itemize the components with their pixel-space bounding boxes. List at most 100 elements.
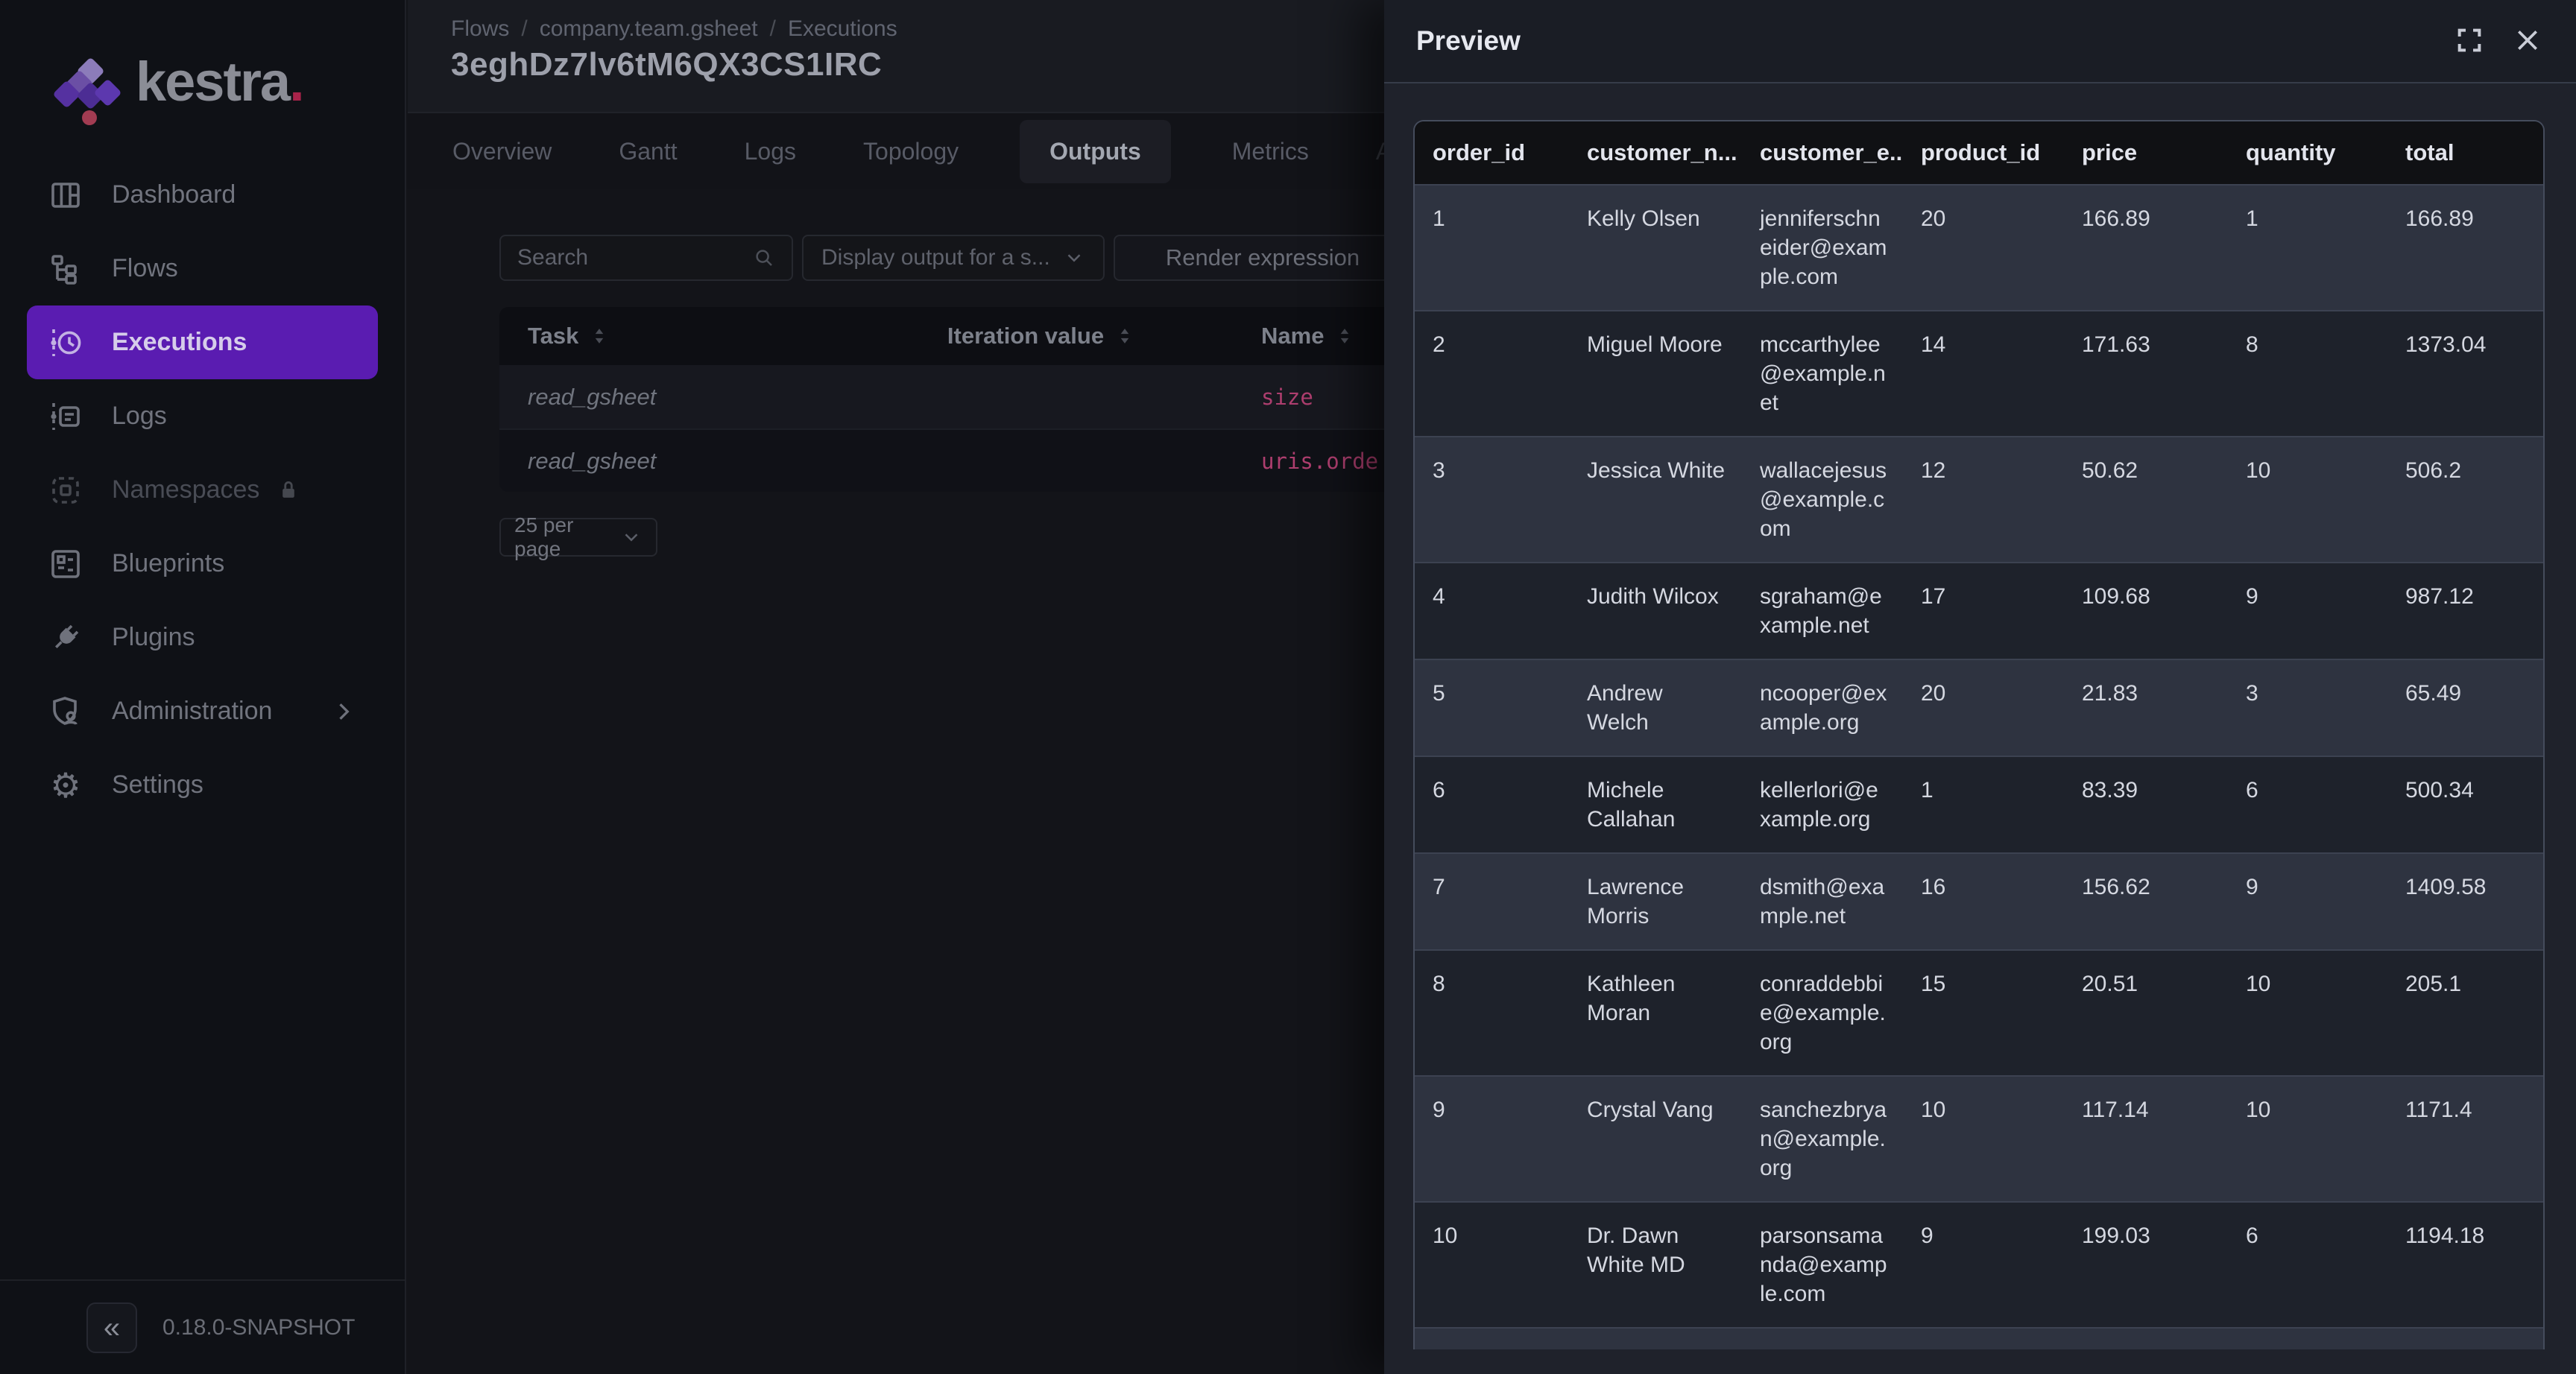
outputs-table-row[interactable]: read_gsheet size xyxy=(499,365,1461,428)
search-placeholder: Search xyxy=(517,245,588,270)
preview-table-row[interactable]: 10Dr. Dawn White MDparsonsamanda@example… xyxy=(1415,1202,2545,1328)
fullscreen-icon xyxy=(2455,25,2484,57)
preview-cell: parsonsamanda@example.com xyxy=(1742,1202,1903,1328)
kestra-logo[interactable]: kestra. xyxy=(54,45,303,119)
preview-table-row[interactable]: 1Kelly Olsenjenniferschneider@example.co… xyxy=(1415,185,2545,311)
preview-cell: 166.89 xyxy=(2064,185,2228,311)
preview-table-row[interactable]: 8Kathleen Moranconraddebbie@example.org1… xyxy=(1415,950,2545,1076)
render-expression-button[interactable]: Render expression xyxy=(1114,235,1412,281)
preview-cell: 9 xyxy=(1415,1076,1569,1202)
sidebar: kestra. Dashboard Flows ExecutionsLogsName… xyxy=(0,0,406,1374)
preview-column-header[interactable]: customer_e... xyxy=(1742,121,1903,185)
executions-icon xyxy=(48,325,83,361)
tab-logs[interactable]: Logs xyxy=(739,120,802,183)
breadcrumb-item[interactable]: Flows xyxy=(451,16,509,42)
outputs-table-row[interactable]: read_gsheet uris.orde xyxy=(499,428,1461,492)
preview-cell: Kathleen Moran xyxy=(1569,950,1742,1076)
tab-gantt[interactable]: Gantt xyxy=(613,120,683,183)
preview-cell: 199.03 xyxy=(2064,1202,2228,1328)
task-name: read_gsheet xyxy=(528,384,656,411)
tab-outputs[interactable]: Outputs xyxy=(1020,120,1171,183)
preview-table-row[interactable]: 7Lawrence Morrisdsmith@example.net16156.… xyxy=(1415,853,2545,950)
tab-label: Topology xyxy=(863,138,959,165)
chevron-down-icon xyxy=(620,526,643,548)
sidebar-item-label: Flows xyxy=(112,254,178,283)
preview-cell: 5 xyxy=(1415,659,1569,756)
preview-column-header[interactable]: quantity xyxy=(2228,121,2387,185)
sort-icon[interactable] xyxy=(1114,326,1135,346)
tab-metrics[interactable]: Metrics xyxy=(1226,120,1315,183)
preview-cell: conraddebbie@example.org xyxy=(1742,950,1903,1076)
preview-cell: sanchezbryan@example.org xyxy=(1742,1076,1903,1202)
preview-cell: 156.62 xyxy=(2064,853,2228,950)
preview-cell: 17 xyxy=(1903,563,2064,659)
output-name[interactable]: size xyxy=(1261,384,1313,410)
outputs-controls: Search Display output for a s... Render … xyxy=(499,235,1412,281)
preview-table-row[interactable]: 6Michele Callahankellerlori@example.org1… xyxy=(1415,756,2545,853)
display-output-select[interactable]: Display output for a s... xyxy=(802,235,1105,281)
sidebar-item-label: Administration xyxy=(112,697,272,726)
preview-cell: 6 xyxy=(2228,1202,2387,1328)
sidebar-item-plugins[interactable]: Plugins xyxy=(27,601,378,674)
preview-cell: 20.51 xyxy=(2064,950,2228,1076)
fullscreen-button[interactable] xyxy=(2451,22,2488,60)
column-header[interactable]: Iteration value xyxy=(821,323,1261,349)
sidebar-item-executions[interactable]: Executions xyxy=(27,305,378,379)
output-name[interactable]: uris.orde xyxy=(1261,449,1378,474)
preview-table-row[interactable]: 9Crystal Vangsanchezbryan@example.org101… xyxy=(1415,1076,2545,1202)
preview-column-header[interactable]: customer_n... xyxy=(1569,121,1742,185)
preview-cell: 8 xyxy=(1415,950,1569,1076)
namespaces-icon xyxy=(48,472,83,508)
preview-cell: 11 xyxy=(1415,1328,1569,1349)
preview-table-row[interactable]: 3Jessica Whitewallacejesus@example.com12… xyxy=(1415,437,2545,563)
breadcrumb-item[interactable]: Executions xyxy=(788,16,897,42)
preview-table-row[interactable]: 2Miguel Mooremccarthylee@example.net1417… xyxy=(1415,311,2545,437)
breadcrumb-item[interactable]: company.team.gsheet xyxy=(540,16,758,42)
preview-cell: 1 xyxy=(2228,185,2387,311)
preview-cell: 1171.4 xyxy=(2387,1076,2545,1202)
preview-table-row[interactable]: 4Judith Wilcoxsgraham@example.net17109.6… xyxy=(1415,563,2545,659)
preview-cell: 3 xyxy=(2228,659,2387,756)
preview-column-header[interactable]: price xyxy=(2064,121,2228,185)
sidebar-item-settings[interactable]: ⚙Settings xyxy=(27,748,378,822)
display-output-value: Display output for a s... xyxy=(821,245,1050,270)
sidebar-item-blueprints[interactable]: Blueprints xyxy=(27,527,378,601)
preview-column-header[interactable]: order_id xyxy=(1415,121,1569,185)
logo-red-dot xyxy=(82,110,97,125)
preview-drawer: Preview order_idcustomer_n...customer_e.… xyxy=(1384,0,2576,1374)
sort-icon[interactable] xyxy=(589,326,610,346)
preview-column-header[interactable]: product_id xyxy=(1903,121,2064,185)
flows-icon xyxy=(48,251,83,287)
task-name: read_gsheet xyxy=(528,448,656,475)
sidebar-collapse-button[interactable]: « xyxy=(86,1302,137,1353)
tab-label: Logs xyxy=(745,138,796,165)
preview-table-container[interactable]: order_idcustomer_n...customer_e...produc… xyxy=(1413,120,2545,1349)
search-input[interactable]: Search xyxy=(499,235,793,281)
tab-label: Gantt xyxy=(619,138,677,165)
sort-icon[interactable] xyxy=(1334,326,1355,346)
breadcrumb-separator: / xyxy=(770,16,776,42)
preview-table-row[interactable]: 5Andrew Welchncooper@example.org2021.833… xyxy=(1415,659,2545,756)
app-root: kestra. DashboardFlowsExecutionsLogsName… xyxy=(0,0,2576,1374)
preview-cell: 14 xyxy=(1903,311,2064,437)
sidebar-item-namespaces[interactable]: Namespaces xyxy=(27,453,378,527)
sidebar-item-label: Plugins xyxy=(112,623,195,652)
settings-icon: ⚙ xyxy=(48,767,83,803)
preview-table-row[interactable]: 11Dawn Ball MDdanielwhite@example.com617… xyxy=(1415,1328,2545,1349)
column-header[interactable]: Task xyxy=(499,323,821,349)
preview-cell: 1194.18 xyxy=(2387,1202,2545,1328)
preview-cell: 20 xyxy=(1903,659,2064,756)
preview-cell: ncooper@example.org xyxy=(1742,659,1903,756)
preview-cell: 109.68 xyxy=(2064,563,2228,659)
sidebar-item-flows[interactable]: Flows xyxy=(27,232,378,305)
per-page-select[interactable]: 25 per page xyxy=(499,518,657,557)
sidebar-item-logs[interactable]: Logs xyxy=(27,379,378,453)
sidebar-item-administration[interactable]: Administration xyxy=(27,674,378,748)
close-button[interactable] xyxy=(2509,22,2546,60)
tab-overview[interactable]: Overview xyxy=(446,120,558,183)
preview-column-header[interactable]: total xyxy=(2387,121,2545,185)
tab-topology[interactable]: Topology xyxy=(857,120,965,183)
breadcrumb-separator: / xyxy=(521,16,527,42)
preview-cell: mccarthylee@example.net xyxy=(1742,311,1903,437)
sidebar-item-dashboard[interactable]: Dashboard xyxy=(27,158,378,232)
